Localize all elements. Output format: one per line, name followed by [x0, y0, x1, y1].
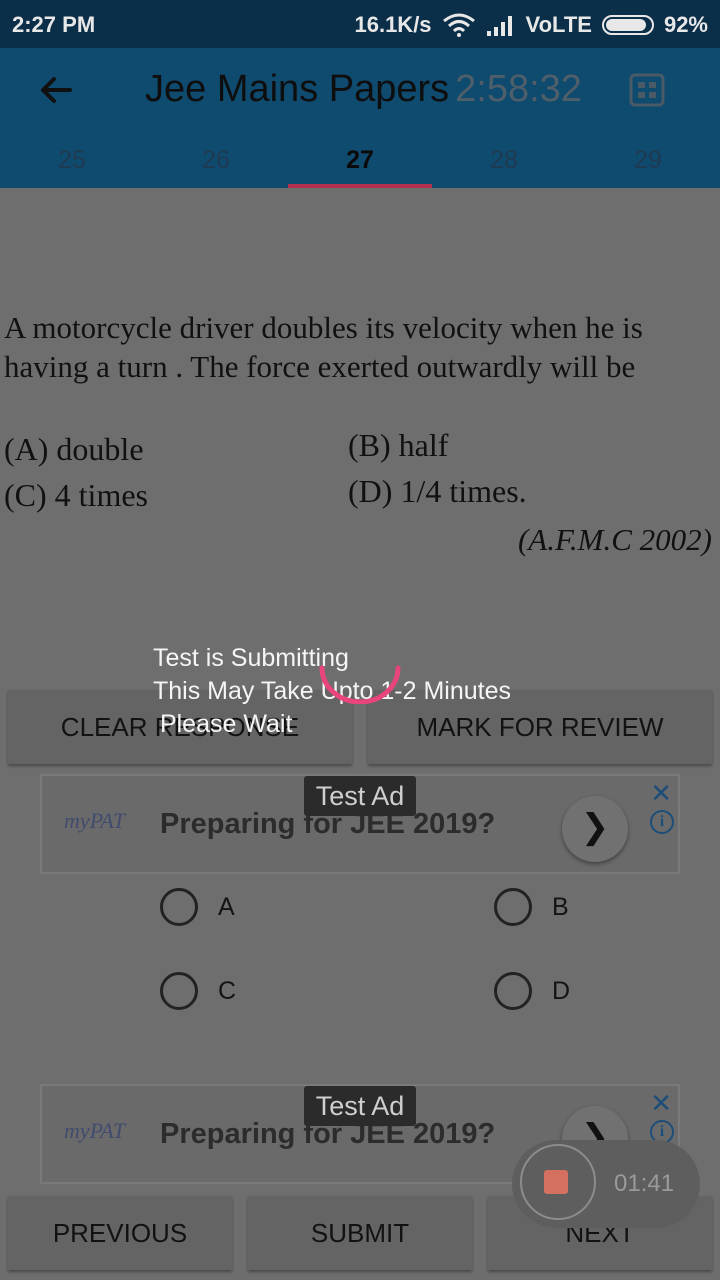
- info-icon[interactable]: i: [650, 810, 674, 834]
- network-type: VoLTE: [525, 12, 592, 37]
- tab-question-29[interactable]: 29: [576, 140, 720, 188]
- option-b-text: (B) half: [348, 427, 449, 463]
- question-text: A motorcycle driver doubles its velocity…: [4, 310, 643, 384]
- option-c-text: (C) 4 times: [4, 477, 148, 513]
- submit-button[interactable]: SUBMIT: [248, 1196, 472, 1270]
- status-bar: 2:27 PM 16.1K/s VoLTE 92%: [0, 0, 720, 48]
- ad-logo: myPAT: [64, 1118, 126, 1143]
- tab-question-28[interactable]: 28: [432, 140, 576, 188]
- radio-button[interactable]: [160, 972, 198, 1010]
- question-image: A motorcycle driver doubles its velocity…: [4, 308, 716, 557]
- radio-button[interactable]: [160, 888, 198, 926]
- answer-choice-b[interactable]: B: [494, 888, 569, 926]
- wifi-icon: [442, 13, 475, 37]
- chevron-right-icon: ❯: [580, 808, 610, 846]
- loading-spinner-icon: [319, 665, 401, 704]
- app-title: Jee Mains Papers: [145, 68, 450, 110]
- question-grid-icon[interactable]: [628, 72, 666, 108]
- page-title: Jee Mains Papers 2:58:32: [145, 68, 582, 111]
- question-source: (A.F.M.C 2002): [517, 522, 712, 557]
- arrow-left-icon[interactable]: [34, 68, 78, 112]
- ad-open-button[interactable]: ❯: [562, 796, 628, 862]
- previous-button[interactable]: PREVIOUS: [8, 1196, 232, 1270]
- battery-percent: 92%: [663, 12, 708, 37]
- battery-level: [605, 19, 647, 31]
- ad-logo: myPAT: [64, 808, 126, 833]
- network-speed: 16.1K/s: [354, 12, 432, 37]
- close-icon[interactable]: ✕: [650, 1088, 672, 1119]
- radio-button[interactable]: [494, 888, 532, 926]
- tab-question-27[interactable]: 27: [288, 140, 432, 188]
- answer-choice-c[interactable]: C: [160, 972, 236, 1010]
- stop-icon[interactable]: [544, 1170, 568, 1194]
- screen-recorder-widget[interactable]: 01:41: [512, 1140, 700, 1228]
- signal-icon: [486, 16, 512, 36]
- answer-label: A: [218, 892, 235, 921]
- submitting-line-3: Please Wait: [153, 710, 293, 738]
- answer-choice-d[interactable]: D: [494, 972, 570, 1010]
- countdown-timer: 2:58:32: [455, 68, 582, 110]
- option-d-text: (D) 1/4 times.: [348, 473, 527, 509]
- option-a-text: (A) double: [4, 431, 144, 467]
- app-bar: Jee Mains Papers 2:58:32 25 26 27 28 29: [0, 48, 720, 188]
- test-ad-badge: Test Ad: [304, 1086, 416, 1126]
- close-icon[interactable]: ✕: [650, 778, 672, 809]
- battery-icon: [601, 15, 654, 35]
- answer-label: C: [218, 976, 237, 1005]
- tab-question-26[interactable]: 26: [144, 140, 288, 188]
- status-time: 2:27 PM: [12, 12, 96, 37]
- radio-button[interactable]: [494, 972, 532, 1010]
- test-ad-badge: Test Ad: [304, 776, 416, 816]
- recording-time: 01:41: [614, 1170, 675, 1197]
- status-right: 16.1K/s VoLTE 92%: [354, 12, 708, 38]
- answer-label: D: [552, 976, 571, 1005]
- answer-label: B: [552, 892, 569, 921]
- answer-choice-a[interactable]: A: [160, 888, 235, 926]
- tab-question-25[interactable]: 25: [0, 140, 144, 188]
- question-tabs: 25 26 27 28 29: [0, 140, 720, 188]
